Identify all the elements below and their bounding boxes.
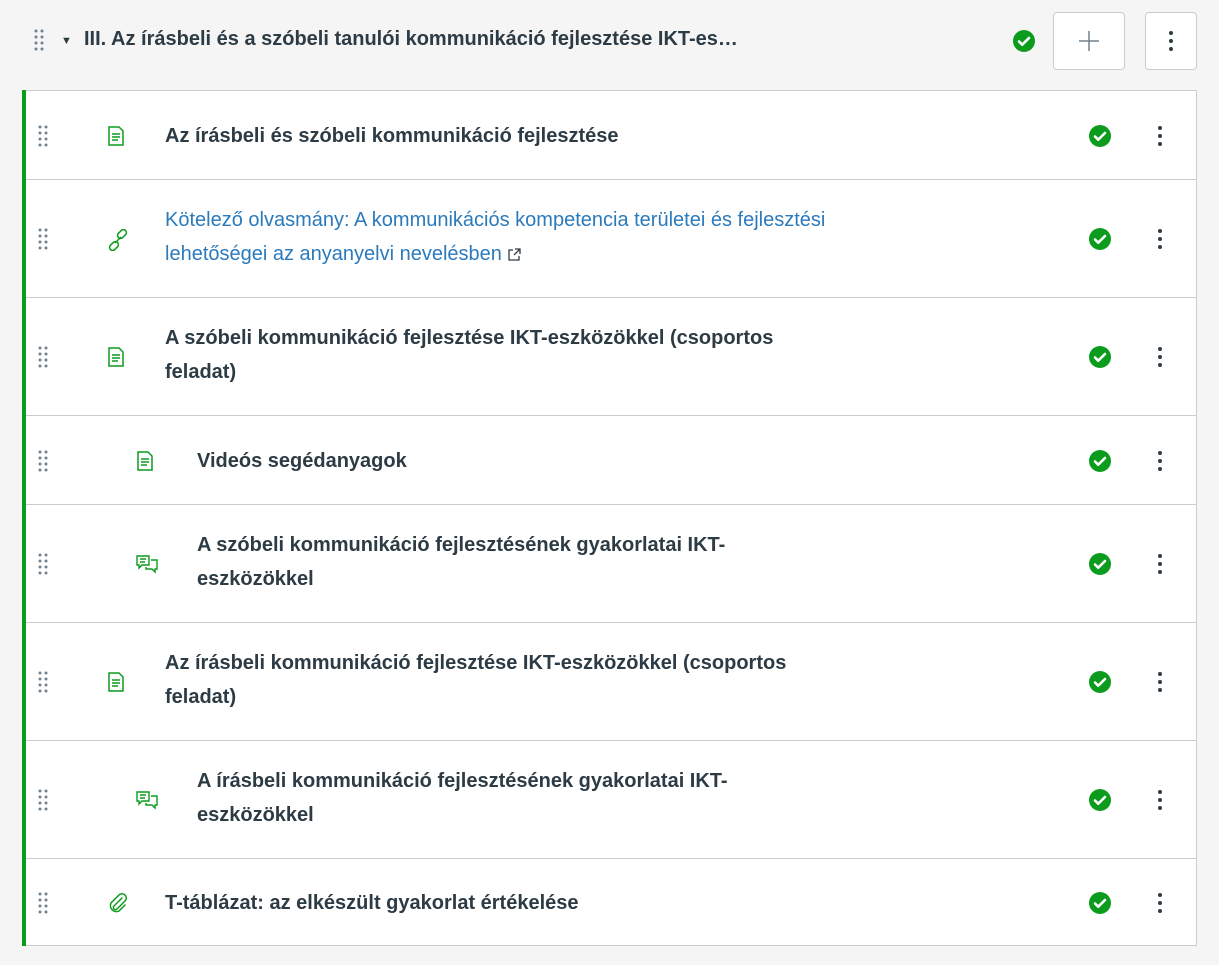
module-item-row[interactable]: Az írásbeli és szóbeli kommunikáció fejl… <box>22 91 1196 180</box>
module-options-button[interactable] <box>1145 12 1197 70</box>
drag-handle-icon[interactable] <box>37 449 49 478</box>
module-item-row[interactable]: T-táblázat: az elkészült gyakorlat érték… <box>22 859 1196 946</box>
drag-handle-icon[interactable] <box>37 124 49 153</box>
item-title-line: eszközökkel <box>197 798 728 832</box>
published-check-icon[interactable] <box>1088 670 1112 699</box>
item-options-kebab-icon[interactable] <box>1148 785 1172 815</box>
item-title[interactable]: A szóbeli kommunikáció fejlesztésének gy… <box>197 528 725 596</box>
item-title-text: eszközökkel <box>197 568 314 590</box>
collapse-caret-icon[interactable]: ▼ <box>61 35 72 47</box>
external-link-title[interactable]: Kötelező olvasmány: A kommunikációs komp… <box>165 203 825 272</box>
drag-handle-icon[interactable] <box>37 891 49 920</box>
module-item-row[interactable]: Videós segédanyagok <box>22 416 1196 505</box>
item-options-kebab-icon[interactable] <box>1148 121 1172 151</box>
published-check-icon[interactable] <box>1088 124 1112 153</box>
discussion-icon <box>136 790 158 815</box>
published-check-icon[interactable] <box>1088 345 1112 374</box>
item-options-kebab-icon[interactable] <box>1148 224 1172 254</box>
link-icon <box>107 228 129 256</box>
item-title[interactable]: A írásbeli kommunikáció fejlesztésének g… <box>197 764 728 832</box>
module-item-row[interactable]: A szóbeli kommunikáció fejlesztése IKT-e… <box>22 298 1196 416</box>
item-options-kebab-icon[interactable] <box>1148 446 1172 476</box>
item-title-line: lehetőségei az anyanyelvi nevelésben <box>165 237 825 272</box>
item-title-text: lehetőségei az anyanyelvi nevelésben <box>165 243 502 265</box>
page-icon <box>107 672 125 697</box>
item-options-kebab-icon[interactable] <box>1148 667 1172 697</box>
module-item-row[interactable]: A szóbeli kommunikáció fejlesztésének gy… <box>22 505 1196 623</box>
published-check-icon[interactable] <box>1088 449 1112 478</box>
drag-handle-icon[interactable] <box>37 345 49 374</box>
plus-icon <box>1079 31 1099 51</box>
drag-handle-icon[interactable] <box>37 670 49 699</box>
item-title[interactable]: Az írásbeli és szóbeli kommunikáció fejl… <box>165 119 619 153</box>
item-title-line: feladat) <box>165 680 786 714</box>
item-title-line: Kötelező olvasmány: A kommunikációs komp… <box>165 209 826 231</box>
item-options-kebab-icon[interactable] <box>1148 888 1172 918</box>
module-item-row[interactable]: Kötelező olvasmány: A kommunikációs komp… <box>22 180 1196 298</box>
item-options-kebab-icon[interactable] <box>1148 549 1172 579</box>
item-title[interactable]: T-táblázat: az elkészült gyakorlat érték… <box>165 886 579 920</box>
item-title-text: feladat) <box>165 686 237 708</box>
item-title-text: feladat) <box>165 361 237 383</box>
item-title[interactable]: Az írásbeli kommunikáció fejlesztése IKT… <box>165 646 786 714</box>
page-icon <box>107 125 125 151</box>
published-check-icon[interactable] <box>1088 227 1112 256</box>
item-title-line: A szóbeli kommunikáció fejlesztésének gy… <box>197 534 726 556</box>
item-title-line: feladat) <box>165 355 773 389</box>
item-title-line: A szóbeli kommunikáció fejlesztése IKT-e… <box>165 327 774 349</box>
module-header: ▼ III. Az írásbeli és a szóbeli tanulói … <box>0 0 1219 90</box>
module-item-row[interactable]: Az írásbeli kommunikáció fejlesztése IKT… <box>22 623 1196 741</box>
item-title[interactable]: A szóbeli kommunikáció fejlesztése IKT-e… <box>165 321 773 389</box>
attachment-icon <box>107 892 129 920</box>
published-check-icon[interactable] <box>1012 29 1036 58</box>
drag-handle-icon[interactable] <box>37 227 49 256</box>
page-icon <box>107 347 125 372</box>
item-title-line: eszközökkel <box>197 562 725 596</box>
published-check-icon[interactable] <box>1088 788 1112 817</box>
external-link-icon <box>508 238 521 272</box>
module-title[interactable]: III. Az írásbeli és a szóbeli tanulói ko… <box>84 28 994 51</box>
published-check-icon[interactable] <box>1088 891 1112 920</box>
kebab-icon <box>1169 31 1173 51</box>
drag-handle-icon[interactable] <box>37 788 49 817</box>
item-options-kebab-icon[interactable] <box>1148 342 1172 372</box>
item-title-line: Az írásbeli kommunikáció fejlesztése IKT… <box>165 652 787 674</box>
module-items-list: Az írásbeli és szóbeli kommunikáció fejl… <box>22 90 1197 946</box>
item-title-text: eszközökkel <box>197 804 314 826</box>
discussion-icon <box>136 554 158 579</box>
drag-handle-icon[interactable] <box>33 28 45 57</box>
page-icon <box>136 450 154 476</box>
add-item-button[interactable] <box>1053 12 1125 70</box>
item-title[interactable]: Videós segédanyagok <box>197 444 407 478</box>
published-indicator-bar <box>22 90 26 946</box>
module-item-row[interactable]: A írásbeli kommunikáció fejlesztésének g… <box>22 741 1196 859</box>
item-title-line: A írásbeli kommunikáció fejlesztésének g… <box>197 770 728 792</box>
published-check-icon[interactable] <box>1088 552 1112 581</box>
drag-handle-icon[interactable] <box>37 552 49 581</box>
